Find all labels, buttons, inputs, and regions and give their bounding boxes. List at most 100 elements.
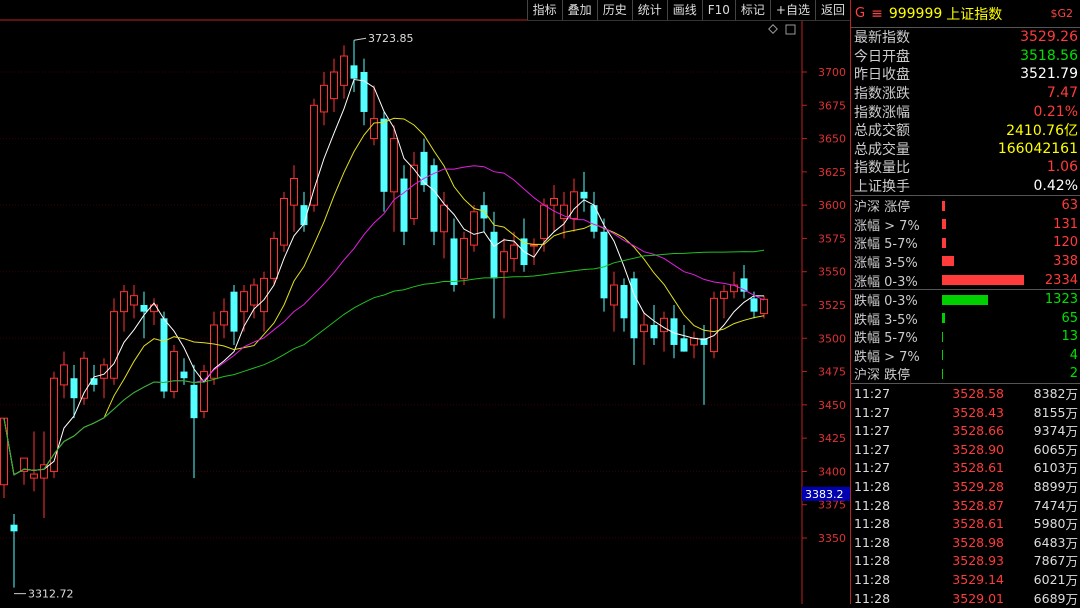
candle-body — [370, 118, 378, 140]
toolbar-mark-button[interactable]: 标记 — [734, 0, 770, 20]
diamond-icon[interactable] — [768, 24, 778, 34]
quote-value: 3521.79 — [1020, 66, 1078, 83]
tick-row: 11:28 3529.28 8899 万 — [851, 477, 1080, 496]
candle-body — [640, 324, 648, 333]
toolbar-add-watchlist-button[interactable]: +自选 — [769, 0, 815, 20]
breadth-bar — [942, 313, 945, 324]
chart-toolbar: 指标 叠加 历史 统计 画线 F10 标记 +自选 返回 — [526, 0, 850, 21]
breadth-label: 跌幅 > 7% — [854, 349, 920, 365]
quote-header: G ≡ 999999 上证指数 $G2 — [851, 0, 1080, 28]
quote-panel: G ≡ 999999 上证指数 $G2 最新指数 3529.26 今日开盘 3518… — [850, 0, 1080, 607]
candle-body — [260, 277, 268, 313]
tick-unit: 万 — [1065, 424, 1078, 440]
breadth-bar — [942, 350, 943, 361]
tick-unit: 万 — [1065, 387, 1078, 403]
candle-body — [60, 364, 68, 386]
tick-volume: 8899 — [1033, 479, 1066, 495]
tick-time: 11:28 — [854, 572, 891, 588]
tick-price: 3529.28 — [952, 479, 1004, 495]
tick-volume: 7474 — [1033, 497, 1066, 513]
menu-icon[interactable]: ≡ — [871, 6, 883, 22]
candle-body — [240, 291, 248, 313]
quote-value: 2410.76亿 — [1006, 123, 1078, 140]
toolbar-overlay-button[interactable]: 叠加 — [561, 0, 597, 20]
toolbar-drawing-button[interactable]: 画线 — [666, 0, 702, 20]
candle-body — [610, 284, 618, 306]
toolbar-indicator-button[interactable]: 指标 — [526, 0, 562, 20]
tick-volume: 6065 — [1033, 441, 1066, 457]
candle-body — [500, 251, 508, 273]
window-square-icon[interactable] — [785, 24, 796, 35]
high-marker-arrow — [353, 37, 367, 41]
breadth-label: 涨幅 0-3% — [854, 274, 918, 290]
tick-price: 3528.93 — [952, 553, 1004, 569]
toolbar-f10-button[interactable]: F10 — [701, 0, 735, 20]
candle-body — [470, 211, 478, 246]
tick-price: 3528.66 — [952, 423, 1004, 439]
breadth-count: 338 — [1053, 253, 1078, 269]
quote-row: 最新指数 3529.26 — [851, 28, 1080, 47]
candle-body — [650, 324, 658, 339]
breadth-bar — [942, 200, 945, 211]
kline-chart[interactable]: 3350337534003425345034753500352535503575… — [0, 0, 850, 604]
candle-body — [340, 55, 348, 86]
y-tick-label: 3625 — [818, 166, 846, 179]
toolbar-back-button[interactable]: 返回 — [814, 0, 850, 20]
tick-unit: 万 — [1065, 517, 1078, 533]
group-badge[interactable]: $G2 — [1050, 7, 1073, 20]
breadth-bar — [942, 219, 946, 230]
tick-row: 11:27 3528.58 8382 万 — [851, 384, 1080, 403]
candle-body — [220, 311, 228, 326]
quote-value: 3529.26 — [1020, 29, 1078, 46]
candle-body — [330, 71, 338, 100]
candle-body — [140, 305, 148, 312]
candle-body — [450, 238, 458, 286]
candle-body — [320, 84, 328, 113]
quote-value: 166042161 — [997, 140, 1078, 157]
breadth-bar — [942, 368, 943, 379]
quote-value: 3518.56 — [1020, 47, 1078, 64]
toolbar-history-button[interactable]: 历史 — [596, 0, 632, 20]
toolbar-statistics-button[interactable]: 统计 — [631, 0, 667, 20]
stock-code: 999999 — [888, 5, 943, 22]
breadth-bar — [942, 237, 946, 248]
candle-body — [660, 317, 668, 333]
tick-time: 11:28 — [854, 590, 891, 606]
breadth-count: 2334 — [1044, 272, 1078, 288]
candle-body — [250, 284, 258, 306]
candle-body — [600, 231, 608, 299]
y-tick-label: 3500 — [818, 332, 846, 345]
candle-body — [30, 473, 38, 479]
quote-label: 最新指数 — [854, 30, 910, 47]
candle-body — [130, 295, 138, 306]
quote-label: 指数量比 — [854, 160, 910, 177]
tick-list[interactable]: 11:27 3528.58 8382 万 11:27 3528.43 8155 万 11:2… — [851, 383, 1080, 607]
tick-row: 11:28 3528.87 7474 万 — [851, 496, 1080, 515]
breadth-label: 跌幅 3-5% — [854, 312, 918, 328]
g-label[interactable]: G — [855, 6, 865, 21]
candle-body — [540, 204, 548, 239]
quote-row: 今日开盘 3518.56 — [851, 47, 1080, 66]
stock-name: 上证指数 — [946, 6, 1003, 23]
quote-value: 1.06 — [1046, 159, 1078, 176]
kline-chart-area[interactable]: 3350 3375 3400 3425 3450 3475 3500 3525 3550 3575… — [0, 0, 850, 604]
quote-label: 总成交量 — [854, 141, 910, 158]
tick-volume: 6483 — [1033, 534, 1066, 550]
tick-price: 3528.87 — [952, 497, 1004, 513]
y-tick-label: 3425 — [818, 432, 846, 445]
y-tick-label: 3350 — [818, 532, 846, 545]
breadth-count: 13 — [1061, 329, 1078, 345]
candle-body — [120, 291, 128, 313]
breadth-label: 涨幅 3-5% — [854, 255, 918, 271]
tick-price: 3529.01 — [952, 590, 1004, 606]
breadth-down-section: 跌幅 0-3% 1323 跌幅 3-5% 65 跌幅 5-7% 13 跌幅 > 7% 4… — [851, 289, 1080, 383]
breadth-bar — [942, 275, 1024, 286]
quote-value: 7.47 — [1046, 85, 1078, 102]
tick-price: 3528.43 — [952, 404, 1004, 420]
candle-body — [510, 244, 518, 259]
tick-row: 11:28 3528.61 5980 万 — [851, 514, 1080, 533]
y-tick-label: 3475 — [818, 366, 846, 379]
tick-price: 3529.14 — [952, 572, 1004, 588]
tick-time: 11:28 — [854, 553, 891, 569]
tick-unit: 万 — [1065, 498, 1078, 514]
